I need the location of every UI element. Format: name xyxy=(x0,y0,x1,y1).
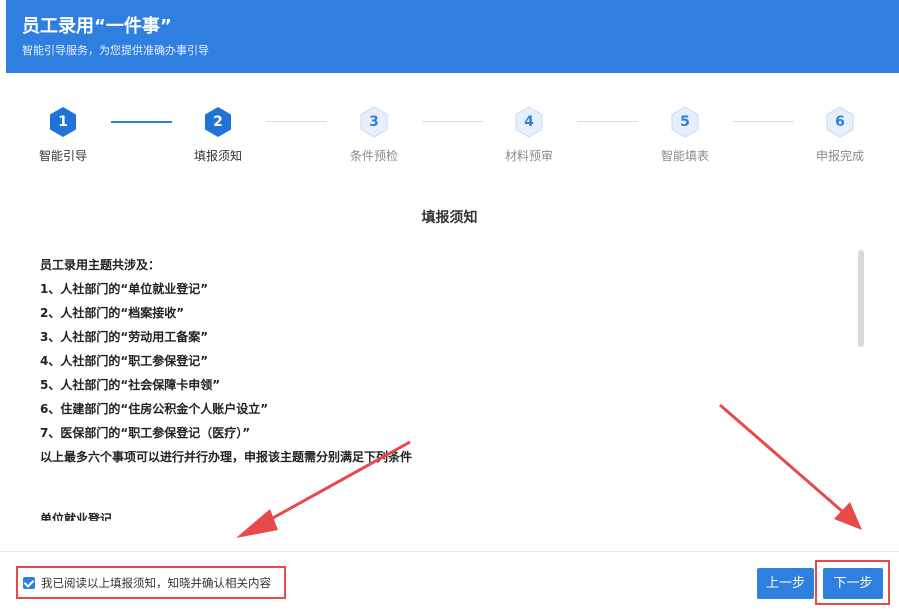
page-subtitle: 智能引导服务，为您提供准确办事引导 xyxy=(22,44,209,57)
agree-label: 我已阅读以上填报须知，知晓并确认相关内容 xyxy=(41,575,271,590)
notice-line: 以上最多六个事项可以进行并行办理，申报该主题需分别满足下列条件 xyxy=(40,450,413,464)
hexagon-icon: 2 xyxy=(203,106,233,138)
step-2: 2 填报须知 xyxy=(163,100,273,170)
notice-line: 2、人社部门的“档案接收” xyxy=(40,306,185,320)
checkbox-checked-icon[interactable] xyxy=(23,576,35,589)
hexagon-icon: 5 xyxy=(670,106,700,138)
step-1: 1 智能引导 xyxy=(8,100,118,170)
step-label: 填报须知 xyxy=(193,149,242,163)
progress-stepper: 1 智能引导 2 填报须知 3 条件预检 4 材料预审 5 智能填表 6 申报完… xyxy=(0,100,899,170)
notice-line: 员工录用主题共涉及： xyxy=(40,258,161,272)
step-3: 3 条件预检 xyxy=(319,100,429,170)
hexagon-icon: 1 xyxy=(48,106,78,138)
prev-step-button[interactable]: 上一步 xyxy=(757,568,814,599)
notice-line: 3、人社部门的“劳动用工备案” xyxy=(40,330,209,344)
step-4: 4 材料预审 xyxy=(474,100,584,170)
step-6: 6 申报完成 xyxy=(785,100,895,170)
agree-checkbox-row[interactable]: 我已阅读以上填报须知，知晓并确认相关内容 xyxy=(16,566,286,599)
page-title: 员工录用“一件事” xyxy=(22,16,172,37)
page: 员工录用“一件事” 智能引导服务，为您提供准确办事引导 1 智能引导 2 填报须… xyxy=(0,0,899,613)
step-label: 条件预检 xyxy=(349,149,398,163)
step-number: 1 xyxy=(58,114,68,130)
step-number: 5 xyxy=(680,114,690,130)
step-label: 智能填表 xyxy=(660,149,709,163)
notice-spacer xyxy=(40,469,850,507)
hexagon-icon: 6 xyxy=(825,106,855,138)
notice-content[interactable]: 员工录用主题共涉及： 1、人社部门的“单位就业登记” 2、人社部门的“档案接收”… xyxy=(40,253,850,521)
step-number: 3 xyxy=(369,114,379,130)
step-number: 6 xyxy=(835,114,845,130)
step-connector xyxy=(577,121,638,122)
notice-line: 1、人社部门的“单位就业登记” xyxy=(40,282,209,296)
hexagon-icon: 4 xyxy=(514,106,544,138)
header-bar: 员工录用“一件事” 智能引导服务，为您提供准确办事引导 xyxy=(6,0,899,73)
step-number: 4 xyxy=(524,114,534,130)
step-number: 2 xyxy=(213,114,223,130)
step-5: 5 智能填表 xyxy=(630,100,740,170)
notice-line: 4、人社部门的“职工参保登记” xyxy=(40,354,209,368)
notice-line: 5、人社部门的“社会保障卡申领” xyxy=(40,378,221,392)
next-step-button[interactable]: 下一步 xyxy=(823,568,883,599)
notice-section-heading: 单位就业登记 xyxy=(40,512,113,521)
notice-line: 7、医保部门的“职工参保登记（医疗）” xyxy=(40,426,251,440)
scrollbar-thumb[interactable] xyxy=(858,250,864,347)
step-label: 材料预审 xyxy=(504,149,553,163)
step-connector xyxy=(266,121,327,122)
notice-line: 6、住建部门的“住房公积金个人账户设立” xyxy=(40,402,269,416)
step-label: 智能引导 xyxy=(38,149,87,163)
step-label: 申报完成 xyxy=(815,149,864,163)
notice-title: 填报须知 xyxy=(421,210,478,226)
hexagon-icon: 3 xyxy=(359,106,389,138)
